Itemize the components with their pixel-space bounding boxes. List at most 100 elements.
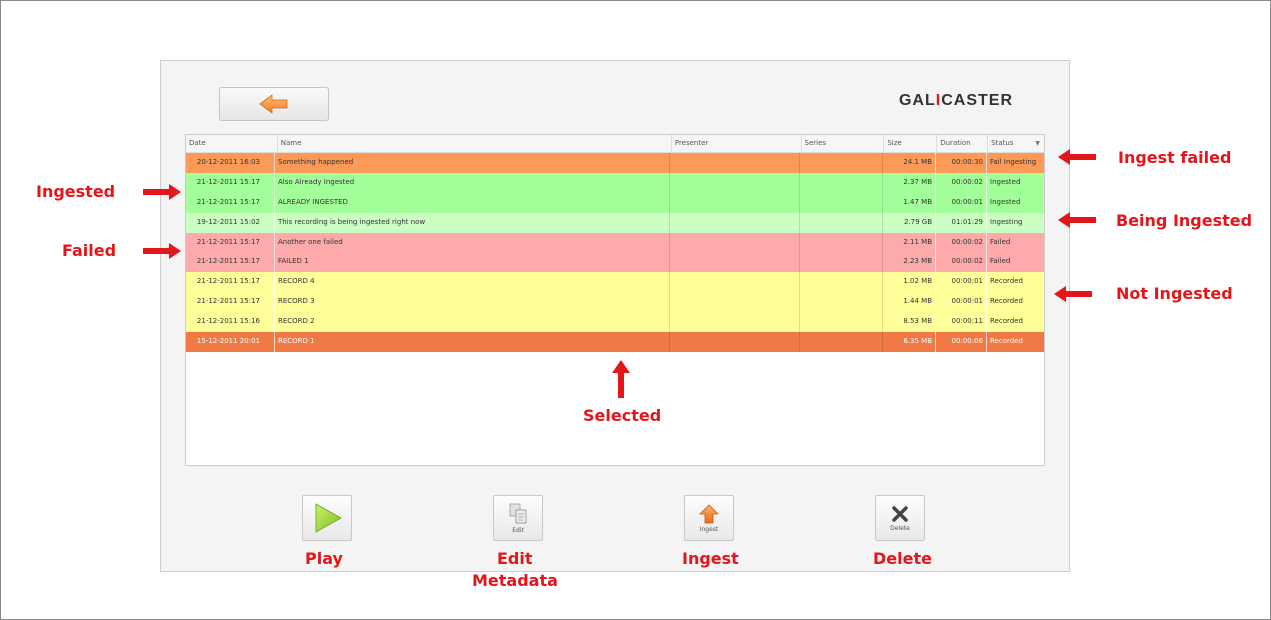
galicaster-window: GALICASTER Date Name Presenter Series Si… [160, 60, 1070, 572]
red-arrow-icon [1058, 149, 1096, 165]
brand-text-left: GAL [898, 92, 936, 109]
cell-name: RECORD 1 [275, 332, 670, 352]
annotation-failed: Failed [62, 241, 117, 260]
table-row[interactable]: 21-12-2011 15:17 Also Already Ingested 2.3… [186, 172, 1044, 193]
annotation-metadata: Metadata [472, 571, 558, 590]
cell-presenter [670, 252, 800, 273]
cell-series [800, 292, 883, 313]
table-row[interactable]: 21-12-2011 15:17 Another one failed 2.11 M… [186, 232, 1044, 253]
table-row[interactable]: 21-12-2011 15:17 RECORD 3 1.44 MB 00:00:01 R… [186, 292, 1044, 313]
cell-presenter [670, 312, 800, 333]
table-row[interactable]: 21-12-2011 15:16 RECORD 2 8.53 MB 00:00:11 R… [186, 312, 1044, 333]
cell-size: 2.23 MB [883, 252, 936, 273]
cell-status: Failed [990, 237, 1011, 246]
cell-duration: 00:00:11 [936, 312, 987, 333]
cell-date: 21-12-2011 15:17 [186, 232, 275, 253]
column-status[interactable]: Status ▼ [988, 135, 1044, 152]
cell-size: 1.02 MB [883, 272, 936, 293]
cell-name: RECORD 3 [275, 292, 670, 313]
close-x-icon [892, 505, 908, 522]
sort-down-icon: ▼ [1035, 140, 1040, 147]
ingest-button-label: Ingest [699, 525, 719, 533]
cell-status: Recorded [990, 277, 1023, 286]
cell-duration: 00:00:01 [936, 292, 987, 313]
cell-name: This recording is being ingested right n… [275, 212, 670, 233]
cell-presenter [670, 192, 800, 213]
cell-status: Recorded [990, 297, 1023, 306]
cell-status: Ingested [990, 177, 1021, 186]
cell-size: 8.53 MB [883, 312, 936, 333]
cell-status: Fail Ingesting [990, 158, 1037, 166]
annotation-selected: Selected [583, 406, 662, 425]
column-size[interactable]: Size [884, 135, 938, 152]
column-presenter[interactable]: Presenter [672, 135, 802, 152]
table-row[interactable]: 15-12-2011 20:01 RECORD 1 6.35 MB 00:00:06 R… [186, 332, 1044, 352]
arrow-left-icon [259, 94, 288, 114]
cell-date: 20-12-2011 16:03 [186, 153, 275, 173]
cell-size: 2.79 GB [883, 212, 936, 233]
red-arrow-icon [143, 243, 181, 259]
red-arrow-icon [1054, 286, 1092, 302]
red-arrow-icon [612, 360, 630, 398]
cell-status: Failed [990, 257, 1011, 266]
column-status-label: Status [991, 139, 1014, 147]
cell-status: Recorded [990, 317, 1023, 326]
edit-button-label: Edit [512, 526, 524, 534]
cell-presenter [670, 232, 800, 253]
table-row[interactable]: 21-12-2011 15:17 FAILED 1 2.23 MB 00:00:02 F… [186, 252, 1044, 273]
cell-size: 2.37 MB [883, 172, 936, 193]
play-icon [315, 503, 342, 533]
delete-button[interactable]: Delete [875, 495, 925, 541]
table-row[interactable]: 21-12-2011 15:17 RECORD 4 1.02 MB 00:00:01 R… [186, 272, 1044, 293]
cell-size: 1.44 MB [883, 292, 936, 313]
column-series[interactable]: Series [802, 135, 885, 152]
cell-presenter [670, 172, 800, 193]
cell-status: Ingesting [990, 217, 1023, 226]
column-name[interactable]: Name [278, 135, 672, 152]
cell-status: Recorded [990, 337, 1023, 346]
annotation-ingest: Ingest [682, 549, 739, 568]
cell-status: Ingested [990, 197, 1021, 206]
cell-date: 19-12-2011 15:02 [186, 212, 275, 233]
cell-series [800, 332, 883, 352]
cell-date: 21-12-2011 15:17 [186, 292, 275, 313]
back-button[interactable] [219, 87, 329, 121]
cell-presenter [670, 332, 800, 352]
table-header: Date Name Presenter Series Size Duration… [186, 135, 1044, 153]
play-button[interactable] [302, 495, 352, 541]
cell-date: 21-12-2011 15:16 [186, 312, 275, 333]
cell-series [800, 192, 883, 213]
cell-name: Something happened [275, 153, 670, 173]
table-body: 20-12-2011 16:03 Something happened 24.1 M… [186, 153, 1044, 352]
cell-duration: 00:00:02 [936, 172, 987, 193]
cell-duration: 00:00:02 [936, 232, 987, 253]
column-duration[interactable]: Duration [937, 135, 989, 152]
annotation-not-ingested: Not Ingested [1116, 284, 1233, 303]
cell-duration: 00:00:06 [936, 332, 987, 352]
annotation-delete: Delete [873, 549, 932, 568]
cell-duration: 00:00:01 [936, 192, 987, 213]
cell-name: Also Already Ingested [275, 172, 670, 193]
table-row[interactable]: 20-12-2011 16:03 Something happened 24.1 M… [186, 153, 1044, 173]
cell-size: 24.1 MB [883, 153, 936, 173]
column-date[interactable]: Date [186, 135, 278, 152]
annotation-play: Play [305, 549, 343, 568]
annotation-ingested: Ingested [36, 182, 116, 201]
table-row[interactable]: 19-12-2011 15:02 This recording is being … [186, 212, 1044, 233]
cell-name: ALREADY INGESTED [275, 192, 670, 213]
cell-date: 21-12-2011 15:17 [186, 172, 275, 193]
cell-series [800, 212, 883, 233]
cell-series [800, 153, 883, 173]
cell-presenter [670, 153, 800, 173]
cell-duration: 00:00:02 [936, 252, 987, 273]
table-row[interactable]: 21-12-2011 15:17 ALREADY INGESTED 1.47 MB 0… [186, 192, 1044, 213]
ingest-button[interactable]: Ingest [684, 495, 734, 541]
cell-duration: 00:00:01 [936, 272, 987, 293]
cell-size: 1.47 MB [883, 192, 936, 213]
cell-presenter [670, 272, 800, 293]
delete-button-label: Delete [890, 524, 910, 532]
cell-duration: 00:00:30 [936, 153, 987, 173]
edit-button[interactable]: Edit [493, 495, 543, 541]
cell-presenter [670, 292, 800, 313]
cell-date: 15-12-2011 20:01 [186, 332, 275, 352]
